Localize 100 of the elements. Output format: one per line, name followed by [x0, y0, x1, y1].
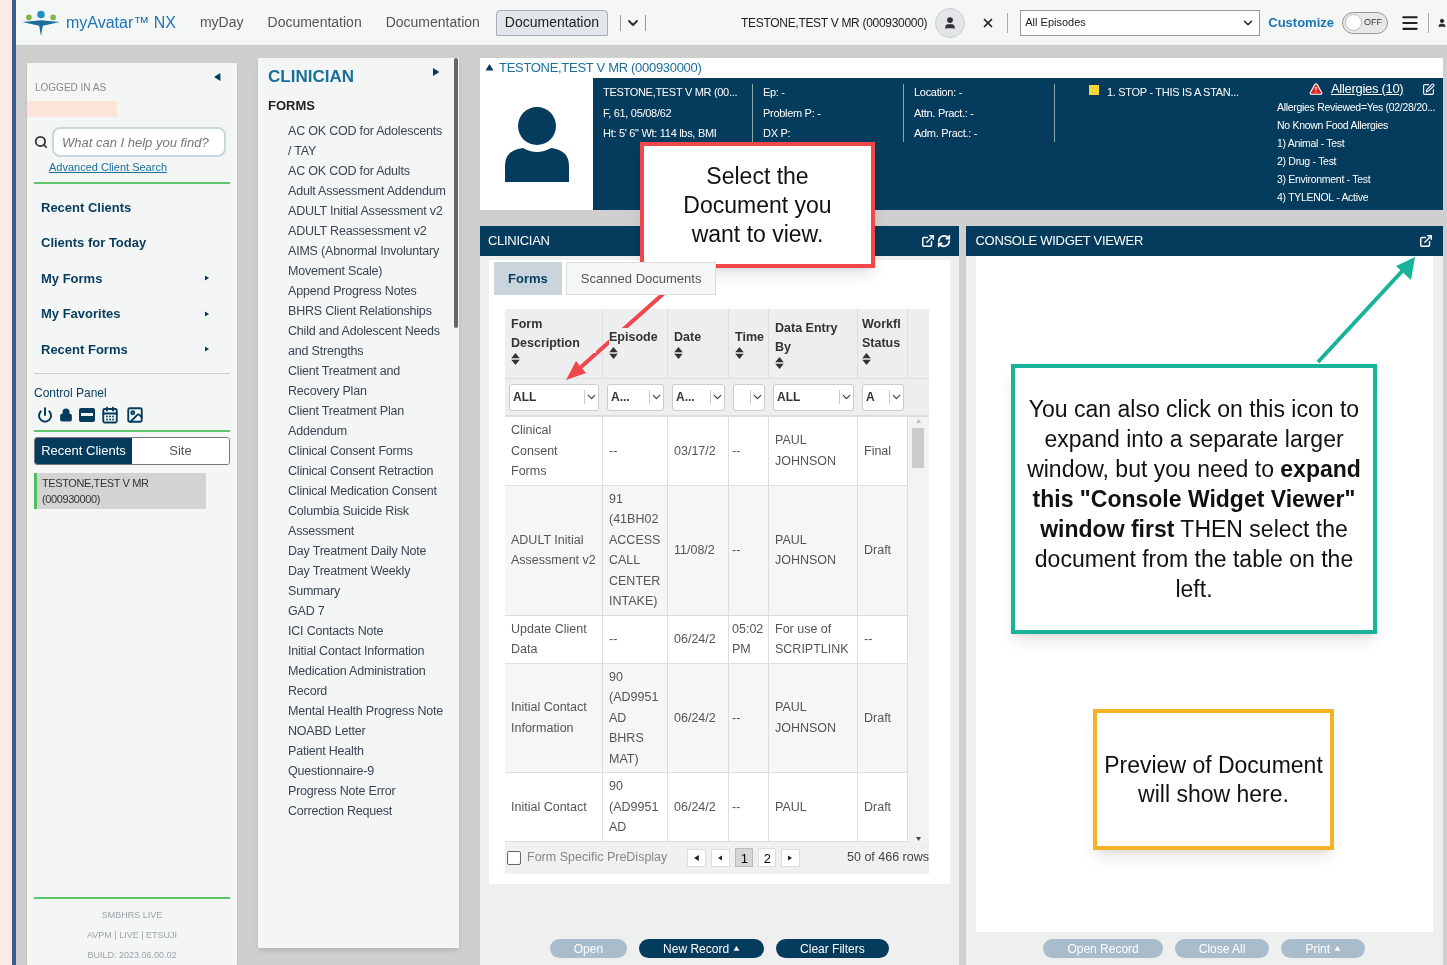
- filter-select[interactable]: ALL: [773, 383, 854, 411]
- column-header[interactable]: Episode: [609, 328, 658, 347]
- sort-icon[interactable]: [674, 347, 683, 359]
- user-button[interactable]: [935, 7, 966, 38]
- customize-link[interactable]: Customize: [1268, 12, 1334, 33]
- sort-icon[interactable]: [862, 353, 871, 365]
- form-menu-item[interactable]: ICI Contacts Note: [288, 621, 446, 641]
- form-menu-item[interactable]: Patient Health Questionnaire-9: [288, 741, 446, 781]
- next-page-button[interactable]: [781, 848, 801, 867]
- first-page-button[interactable]: [687, 848, 707, 867]
- nav-tab[interactable]: Documentation: [259, 9, 370, 36]
- page-button[interactable]: 1: [735, 848, 754, 867]
- nav-item[interactable]: My Favorites: [34, 296, 230, 332]
- form-menu-item[interactable]: Client Treatment and Recovery Plan: [288, 361, 446, 401]
- filter-select[interactable]: A: [862, 383, 904, 411]
- callout-text: Select the Document you want to view.: [682, 161, 833, 249]
- user-icon: [943, 15, 958, 30]
- image-icon[interactable]: [125, 406, 145, 424]
- advanced-search-link[interactable]: Advanced Client Search: [49, 159, 230, 176]
- alert-text: 1. STOP - THIS IS A STAN...: [1107, 85, 1239, 100]
- caret-icon: [1334, 945, 1342, 952]
- card-icon[interactable]: [79, 408, 95, 422]
- client-tab[interactable]: Recent Clients: [35, 438, 132, 464]
- nav-item[interactable]: Recent Forms: [34, 331, 230, 367]
- sort-icon[interactable]: [735, 347, 744, 359]
- edit-icon[interactable]: [1422, 82, 1435, 96]
- form-menu-item[interactable]: AC OK COD for Adults: [288, 161, 446, 181]
- filter-select[interactable]: A...: [672, 383, 725, 411]
- form-menu-item[interactable]: Client Treatment Plan Addendum: [288, 401, 446, 441]
- external-link-icon[interactable]: [920, 234, 935, 248]
- chevron-down-icon: [889, 390, 903, 404]
- form-menu-item[interactable]: Progress Note Error Correction Request: [288, 781, 446, 821]
- panel-tab[interactable]: Forms: [494, 262, 562, 295]
- toggle-switch[interactable]: OFF: [1342, 11, 1388, 34]
- logged-in-label: LOGGED IN AS: [35, 81, 107, 95]
- table-cell-text: --: [732, 709, 741, 727]
- form-menu-item[interactable]: Columbia Suicide Risk Assessment: [288, 501, 446, 541]
- form-menu-item[interactable]: AIMS (Abnormal Involuntary Movement Scale): [288, 241, 446, 281]
- nav-item[interactable]: Recent Clients: [34, 189, 230, 225]
- table-cell-text: --: [732, 798, 741, 816]
- checkbox[interactable]: [507, 850, 521, 865]
- nav-tab[interactable]: Documentation: [377, 9, 488, 36]
- warning-icon: [1309, 82, 1323, 96]
- app-name: myAvatar™ NX: [66, 12, 176, 33]
- calendar-icon[interactable]: [101, 406, 119, 424]
- sort-icon[interactable]: [775, 356, 784, 369]
- first-page-icon: [693, 853, 700, 862]
- recent-client-item[interactable]: TESTONE,TEST V MR (000930000): [34, 473, 206, 509]
- nav-tab[interactable]: Documentation: [495, 9, 609, 36]
- nav-tab[interactable]: myDay: [191, 9, 252, 36]
- refresh-icon[interactable]: [936, 234, 951, 248]
- form-menu-item[interactable]: Mental Health Progress Note: [288, 701, 446, 721]
- note-icon: [1089, 85, 1099, 95]
- sort-icon[interactable]: [511, 353, 520, 365]
- form-menu-item[interactable]: ADULT Reassessment v2: [288, 221, 446, 241]
- callout-text: You can also click on this icon to expand into a separate larger window, but you need to expand this "Console Widget Viewer" window first THEN select the document from the table on the left.: [1027, 395, 1361, 604]
- allergies-link[interactable]: Allergies (10): [1331, 80, 1404, 98]
- form-menu-item[interactable]: Initial Contact Information: [288, 641, 446, 661]
- footer-text: AVPM | LIVE | ETSUJI: [86, 929, 178, 942]
- episode-select[interactable]: All Episodes: [1020, 9, 1261, 36]
- client-name: TESTONE,TEST V MR (000930000): [741, 14, 928, 32]
- sort-icon[interactable]: [609, 347, 618, 359]
- table-cell-text: --: [864, 630, 873, 648]
- table-cell-text: --: [732, 442, 741, 460]
- client-tab[interactable]: Site: [132, 438, 229, 464]
- filter-select[interactable]: A...: [607, 383, 664, 411]
- form-menu-item[interactable]: Medication Administration Record: [288, 661, 446, 701]
- power-icon[interactable]: [37, 407, 53, 423]
- page-button[interactable]: 2: [758, 848, 777, 867]
- table-cell-text: 03/17/2: [674, 442, 716, 460]
- action-button[interactable]: New Record: [639, 939, 765, 958]
- scrollbar-thumb[interactable]: [912, 428, 924, 468]
- table-cell-text: --: [609, 442, 618, 460]
- form-menu-item[interactable]: Clinical Consent Retraction: [288, 461, 446, 481]
- external-link-icon[interactable]: [1419, 234, 1433, 248]
- previous-page-button[interactable]: [711, 848, 731, 867]
- form-menu-item[interactable]: Clinical Medication Consent: [288, 481, 446, 501]
- action-button[interactable]: Clear Filters: [776, 939, 889, 958]
- lock-icon[interactable]: [59, 408, 73, 422]
- form-menu-item[interactable]: Day Treatment Weekly Summary: [288, 561, 446, 601]
- form-menu-item[interactable]: Adult Assessment Addendum: [288, 181, 446, 201]
- form-menu-item[interactable]: NOABD Letter: [288, 721, 446, 741]
- panel-tab[interactable]: Scanned Documents: [565, 262, 717, 295]
- nav-item[interactable]: My Forms: [34, 260, 230, 296]
- search-field[interactable]: What can I help you find?: [52, 127, 226, 157]
- table-cell-text: 11/08/2: [674, 541, 715, 559]
- form-menu-item[interactable]: ADULT Initial Assessment v2: [288, 201, 446, 221]
- allergy-text: Allergies Reviewed=Yes (02/28/20...: [1277, 100, 1437, 115]
- form-menu-item[interactable]: GAD 7: [288, 601, 446, 621]
- table-cell-text: PAUL JOHNSON: [775, 699, 838, 737]
- filter-select[interactable]: ALL: [509, 383, 599, 411]
- panel-title: CLINICIAN: [488, 232, 550, 251]
- form-menu-item[interactable]: BHRS Client Relationships: [288, 301, 446, 321]
- nav-item[interactable]: Clients for Today: [34, 225, 230, 261]
- form-menu-item[interactable]: Append Progress Notes: [288, 281, 446, 301]
- form-menu-item[interactable]: Day Treatment Daily Note: [288, 541, 446, 561]
- form-menu-item[interactable]: AC OK COD for Adolescents / TAY: [288, 121, 446, 161]
- form-menu-item[interactable]: Clinical Consent Forms: [288, 441, 446, 461]
- form-menu-item[interactable]: Child and Adolescent Needs and Strengths: [288, 321, 446, 361]
- chevron-down-icon: [710, 390, 724, 404]
